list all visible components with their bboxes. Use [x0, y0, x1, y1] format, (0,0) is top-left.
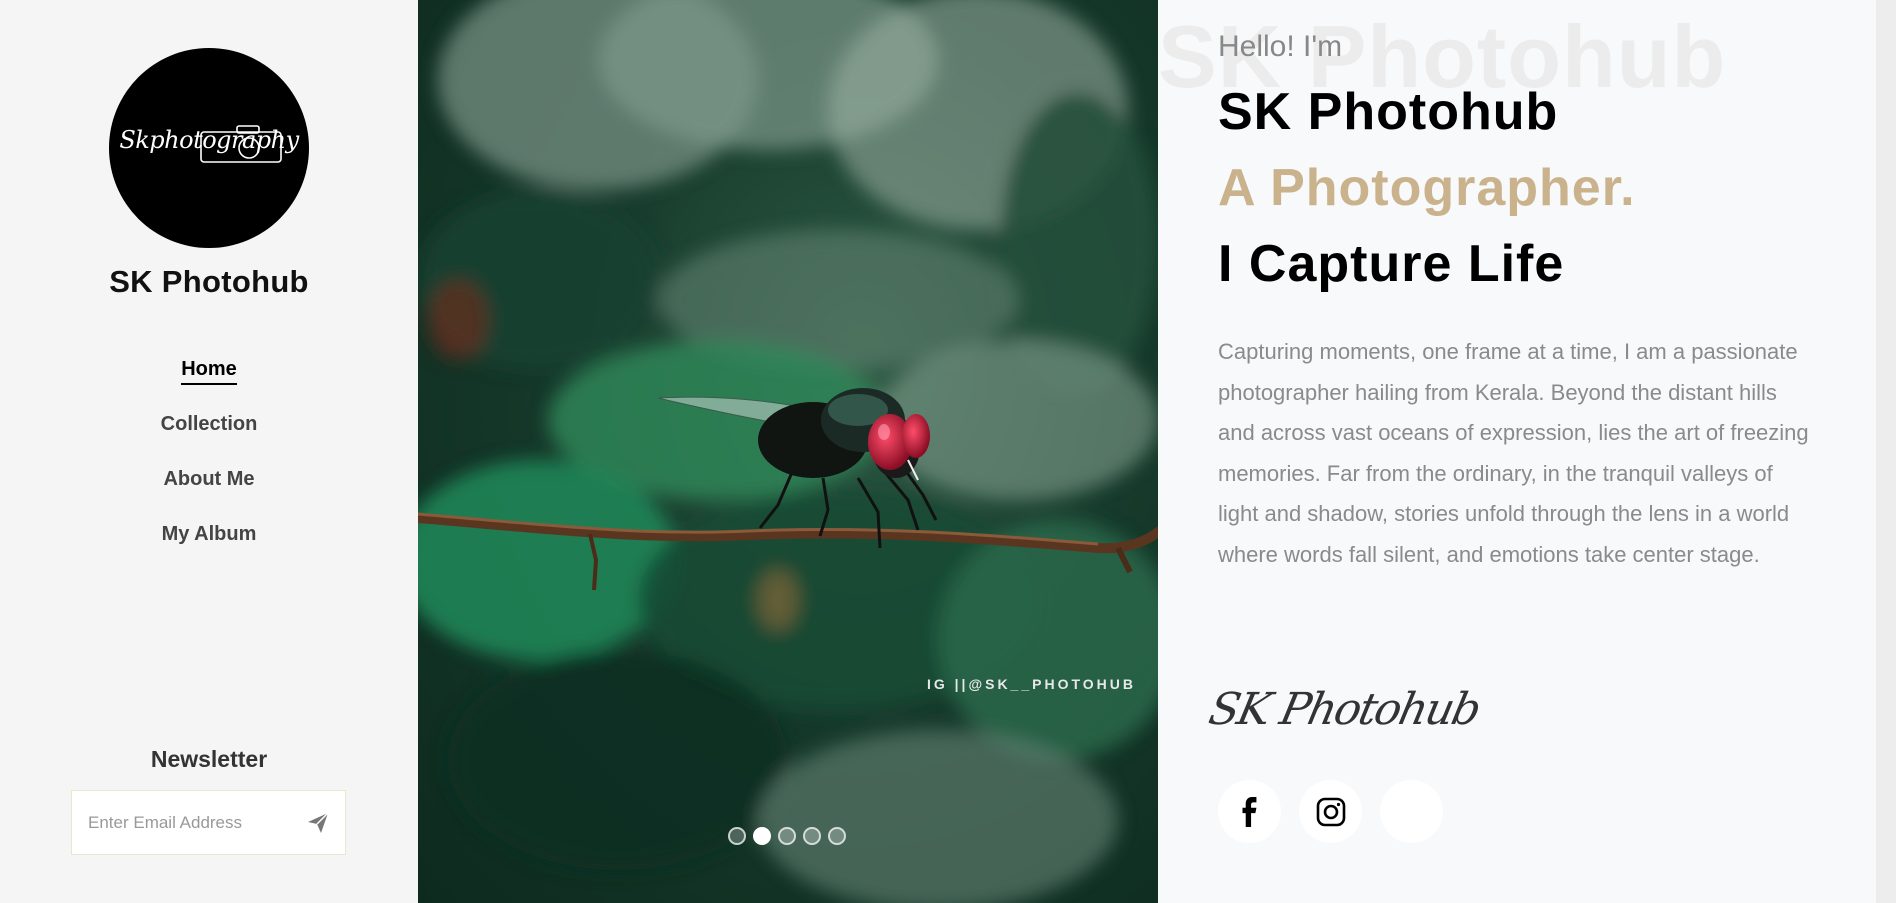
site-name: SK Photohub [109, 264, 309, 299]
page-edge [1876, 0, 1896, 903]
hero-tagline: I Capture Life [1218, 235, 1565, 293]
hero-role: A Photographer. [1218, 159, 1636, 217]
hero-section: SK Photohub Hello! I'm SK Photohub A Pho… [1158, 0, 1876, 903]
hero-name: SK Photohub [1218, 83, 1559, 141]
slider-dot-5[interactable] [828, 827, 846, 845]
nav-item-label: Home [181, 358, 237, 385]
newsletter-email-input[interactable] [72, 791, 292, 854]
signature: SK Photohub [1204, 684, 1484, 735]
site-logo[interactable]: Skphotography [109, 48, 309, 248]
slider-dot-3[interactable] [778, 827, 796, 845]
sidebar: Skphotography SK Photohub Home Collectio… [0, 0, 418, 903]
facebook-link[interactable] [1218, 780, 1281, 843]
nav-item-label: My Album [161, 523, 257, 545]
photo-slider[interactable]: IG ||@SK__PHOTOHUB [418, 0, 1158, 903]
slider-dot-1[interactable] [728, 827, 746, 845]
nav-item-my-album[interactable]: My Album [0, 517, 418, 572]
social-link-blank[interactable] [1380, 780, 1443, 843]
newsletter-title: Newsletter [150, 746, 268, 772]
facebook-icon [1242, 796, 1256, 827]
nav-item-label: About Me [163, 468, 255, 490]
slider-dot-4[interactable] [803, 827, 821, 845]
newsletter-form [71, 790, 346, 855]
send-icon[interactable] [305, 811, 331, 835]
nav-item-about-me[interactable]: About Me [0, 462, 418, 517]
instagram-link[interactable] [1299, 780, 1362, 843]
slider-dot-2[interactable] [753, 827, 771, 845]
bio-paragraph: Capturing moments, one frame at a time, … [1218, 339, 1809, 567]
instagram-icon [1316, 797, 1345, 826]
nav-item-collection[interactable]: Collection [0, 407, 418, 462]
nav-item-home[interactable]: Home [0, 352, 418, 407]
greeting: Hello! I'm [1218, 30, 1343, 63]
main-nav: Home Collection About Me My Album [0, 352, 418, 572]
social-links [1218, 780, 1443, 843]
nav-item-label: Collection [160, 413, 258, 435]
slider-dots [728, 827, 846, 845]
photo-watermark: IG ||@SK__PHOTOHUB [926, 676, 1136, 692]
slide-photo [418, 0, 1158, 903]
logo-text: Skphotography [119, 126, 299, 154]
